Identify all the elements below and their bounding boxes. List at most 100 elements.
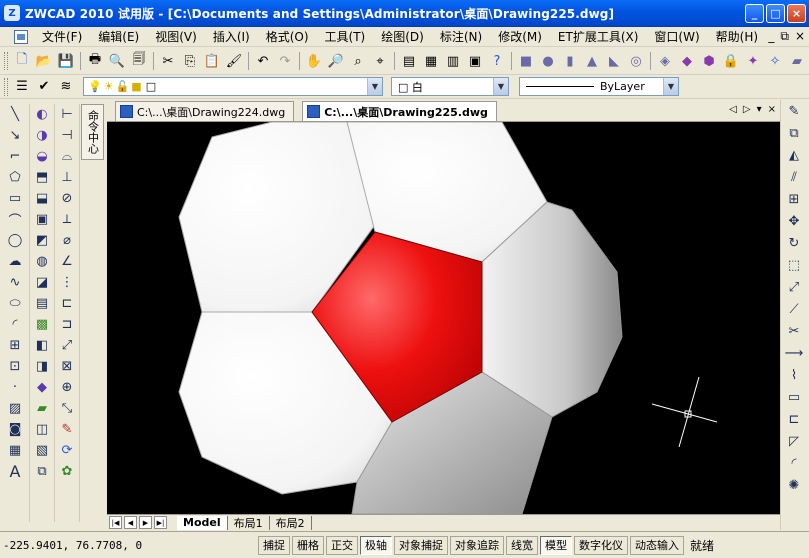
continue-icon[interactable]: ⊐ [56, 314, 78, 335]
arc-icon[interactable]: ⌒ [4, 209, 26, 230]
wedge-solid-icon[interactable]: ◩ [31, 230, 53, 251]
sphere-icon[interactable]: ● [537, 51, 559, 71]
slice-icon[interactable]: ◪ [31, 272, 53, 293]
zoom-previous-icon[interactable]: ⌖ [369, 51, 391, 71]
zwcad-app-icon[interactable]: Z [4, 5, 20, 21]
dimension-style-icon[interactable]: ✿ [56, 461, 78, 482]
ellipse-arc-icon[interactable]: ◜ [4, 314, 26, 335]
open-file-icon[interactable]: 📂 [33, 51, 55, 71]
toggle-osnap[interactable]: 对象捕捉 [394, 535, 448, 555]
minimize-button[interactable]: _ [745, 4, 764, 23]
copy-object-icon[interactable]: ⧉ [781, 122, 807, 144]
chevron-down-icon[interactable]: ▼ [367, 78, 382, 95]
paste-icon[interactable]: 📋 [201, 51, 223, 71]
region-icon[interactable]: ◙ [4, 419, 26, 440]
mirror-icon[interactable]: ◭ [781, 144, 807, 166]
center-mark-icon[interactable]: ⊕ [56, 377, 78, 398]
sphere-solid-icon[interactable]: ◍ [31, 251, 53, 272]
prev-layout-icon[interactable]: ◀ [124, 516, 137, 529]
hatch-icon[interactable]: ▨ [4, 398, 26, 419]
leader-icon[interactable]: ⤢ [56, 335, 78, 356]
undo-icon[interactable]: ↶ [252, 51, 274, 71]
tab-layout2[interactable]: 布局2 [270, 515, 312, 530]
chevron-down-icon[interactable]: ▼ [663, 78, 678, 95]
polyline-icon[interactable]: ⌐ [4, 146, 26, 167]
toggle-polar[interactable]: 极轴 [360, 535, 392, 555]
color-dropdown[interactable]: □ 白 ▼ [391, 77, 509, 96]
toggle-model[interactable]: 模型 [540, 535, 572, 555]
check-solid-icon[interactable]: ⧉ [31, 461, 53, 482]
drawing-canvas[interactable] [107, 122, 780, 514]
box-solid-icon[interactable]: ▣ [31, 209, 53, 230]
tab-drawing224[interactable]: C:\...\桌面\Drawing224.dwg [115, 101, 295, 121]
text-icon[interactable]: A [4, 461, 26, 482]
extend-icon[interactable]: ⟶ [781, 342, 807, 364]
angular-icon[interactable]: ∠ [56, 251, 78, 272]
save-icon[interactable]: 💾 [55, 51, 77, 71]
tab-drawing225[interactable]: C:\...\桌面\Drawing225.dwg [302, 101, 497, 121]
ordinate-icon[interactable]: ⊥ [56, 167, 78, 188]
pan-icon[interactable]: ✋ [303, 51, 325, 71]
ellipse-icon[interactable]: ⬭ [4, 293, 26, 314]
move-icon[interactable]: ✥ [781, 210, 807, 232]
break-icon[interactable]: ▭ [781, 386, 807, 408]
union-icon[interactable]: ✦ [742, 51, 764, 71]
solid-edit-icon[interactable]: ◈ [654, 51, 676, 71]
print-preview-icon[interactable]: 🔍 [106, 51, 128, 71]
toolbar-grip[interactable] [4, 77, 8, 96]
menu-tools[interactable]: 工具(T) [317, 28, 374, 45]
revolve-icon[interactable]: ⬓ [31, 188, 53, 209]
quick-dimension-icon[interactable]: ⋮ [56, 272, 78, 293]
publish-icon[interactable]: 🗐 [128, 51, 150, 71]
menu-view[interactable]: 视图(V) [147, 28, 205, 45]
menu-window[interactable]: 窗口(W) [646, 28, 707, 45]
rotate-icon[interactable]: ↻ [781, 232, 807, 254]
cylinder-icon[interactable]: ▮ [559, 51, 581, 71]
toolbar-grip[interactable] [4, 52, 8, 70]
make-block-icon[interactable]: ⊡ [4, 356, 26, 377]
lengthen-icon[interactable]: ⟋ [781, 298, 807, 320]
stretch-icon[interactable]: ⤢ [781, 276, 807, 298]
polygon-icon[interactable]: ⬠ [4, 167, 26, 188]
print-icon[interactable]: 🖶 [84, 51, 106, 71]
tab-model[interactable]: Model [177, 515, 228, 530]
close-button[interactable]: × [787, 4, 806, 23]
tool-palettes-icon[interactable]: ▥ [442, 51, 464, 71]
extrude-solid-icon[interactable]: ⬒ [31, 167, 53, 188]
tolerance-icon[interactable]: ⊠ [56, 356, 78, 377]
interfere-icon[interactable]: ▩ [31, 314, 53, 335]
doc-minimize-button[interactable]: _ [768, 29, 774, 44]
shell-icon[interactable]: ◆ [31, 377, 53, 398]
subtract-icon[interactable]: ✧ [764, 51, 786, 71]
tab-scroll-right-icon[interactable]: ▷ [743, 104, 751, 115]
maximize-button[interactable]: □ [766, 4, 785, 23]
chamfer-icon[interactable]: ◸ [781, 430, 807, 452]
wedge-icon[interactable]: ◣ [603, 51, 625, 71]
menu-dimension[interactable]: 标注(N) [432, 28, 490, 45]
help-icon[interactable]: ? [486, 51, 508, 71]
revision-cloud-icon[interactable]: ☁ [4, 251, 26, 272]
menu-file[interactable]: 文件(F) [34, 28, 90, 45]
cone-icon[interactable]: ▲ [581, 51, 603, 71]
toggle-otrack[interactable]: 对象追踪 [450, 535, 504, 555]
rectangle-icon[interactable]: ▭ [4, 188, 26, 209]
last-layout-icon[interactable]: ▶| [154, 516, 167, 529]
orbit-continuous-icon[interactable]: ◒ [31, 146, 53, 167]
aligned-dimension-icon[interactable]: ⊣ [56, 125, 78, 146]
join-icon[interactable]: ⊏ [781, 408, 807, 430]
make-layer-current-icon[interactable]: ✔ [33, 77, 55, 97]
toggle-lineweight[interactable]: 线宽 [506, 535, 538, 555]
solid-face-icon[interactable]: ◧ [31, 335, 53, 356]
arc-length-icon[interactable]: ⌓ [56, 146, 78, 167]
lock-icon[interactable]: 🔒 [720, 51, 742, 71]
next-layout-icon[interactable]: ▶ [139, 516, 152, 529]
menu-draw[interactable]: 绘图(D) [373, 28, 432, 45]
doc-restore-button[interactable]: ⧉ [780, 29, 789, 44]
point-icon[interactable]: · [4, 377, 26, 398]
box-icon[interactable]: ■ [515, 51, 537, 71]
toggle-ortho[interactable]: 正交 [326, 535, 358, 555]
command-center-panel[interactable]: 命令中心 [81, 104, 104, 160]
trim-icon[interactable]: ✂ [781, 320, 807, 342]
toggle-snap[interactable]: 捕捉 [258, 535, 290, 555]
menu-et-tools[interactable]: ET扩展工具(X) [550, 28, 647, 45]
